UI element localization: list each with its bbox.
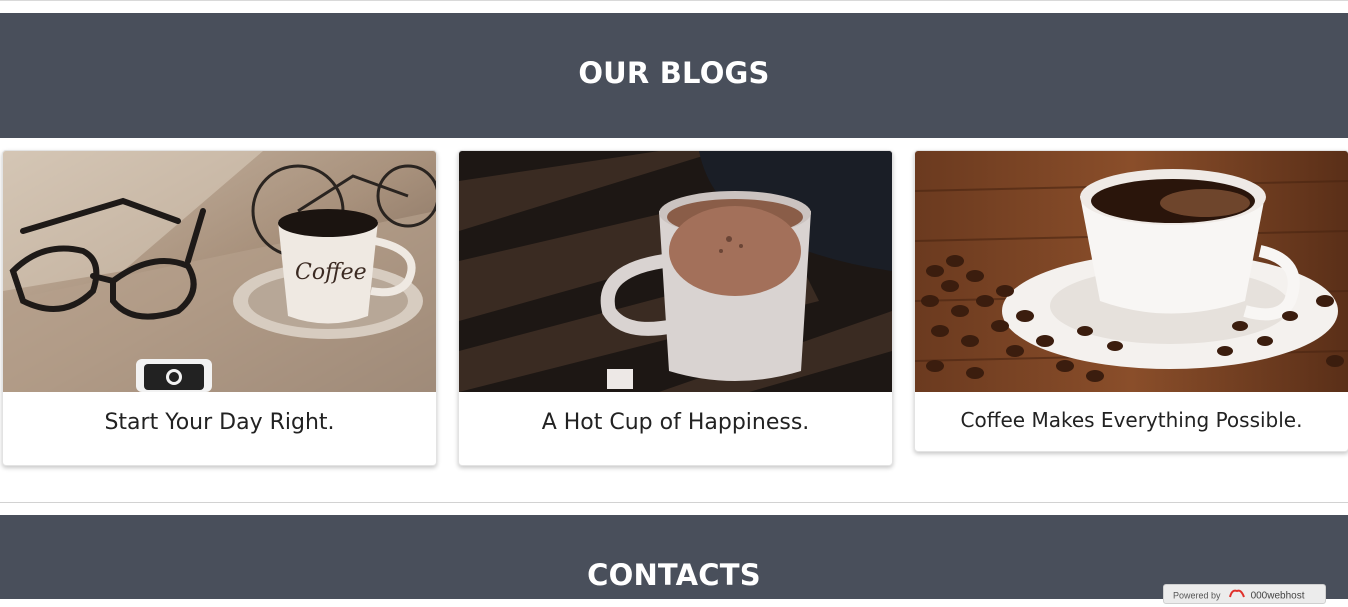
blog-card-3[interactable]: Coffee Makes Everything Possible. [914,150,1348,452]
contacts-header: CONTACTS [0,515,1348,599]
contacts-title: CONTACTS [587,558,761,592]
blog-card-3-caption[interactable]: Coffee Makes Everything Possible. [915,392,1348,433]
blogs-header: OUR BLOGS [0,13,1348,138]
blog-card-1-image: Coffee [3,151,436,392]
blogs-title: OUR BLOGS [578,56,770,90]
blog-card-2-image [459,151,892,392]
webhost-brand-label: 000webhost [1250,590,1305,602]
hosting-badge[interactable]: Powered by 000webhost [1163,584,1326,604]
blog-card-2[interactable]: A Hot Cup of Happiness. [458,150,893,466]
webhost-logo-icon [1229,585,1245,605]
blog-card-1[interactable]: Coffee Start Your Day Right. [2,150,437,466]
blog-card-2-caption[interactable]: A Hot Cup of Happiness. [459,392,892,437]
blog-card-1-caption[interactable]: Start Your Day Right. [3,392,436,437]
blog-card-3-image [915,151,1348,392]
svg-text:Coffee: Coffee [295,260,367,285]
top-divider [0,0,1348,1]
section-divider [0,502,1348,503]
